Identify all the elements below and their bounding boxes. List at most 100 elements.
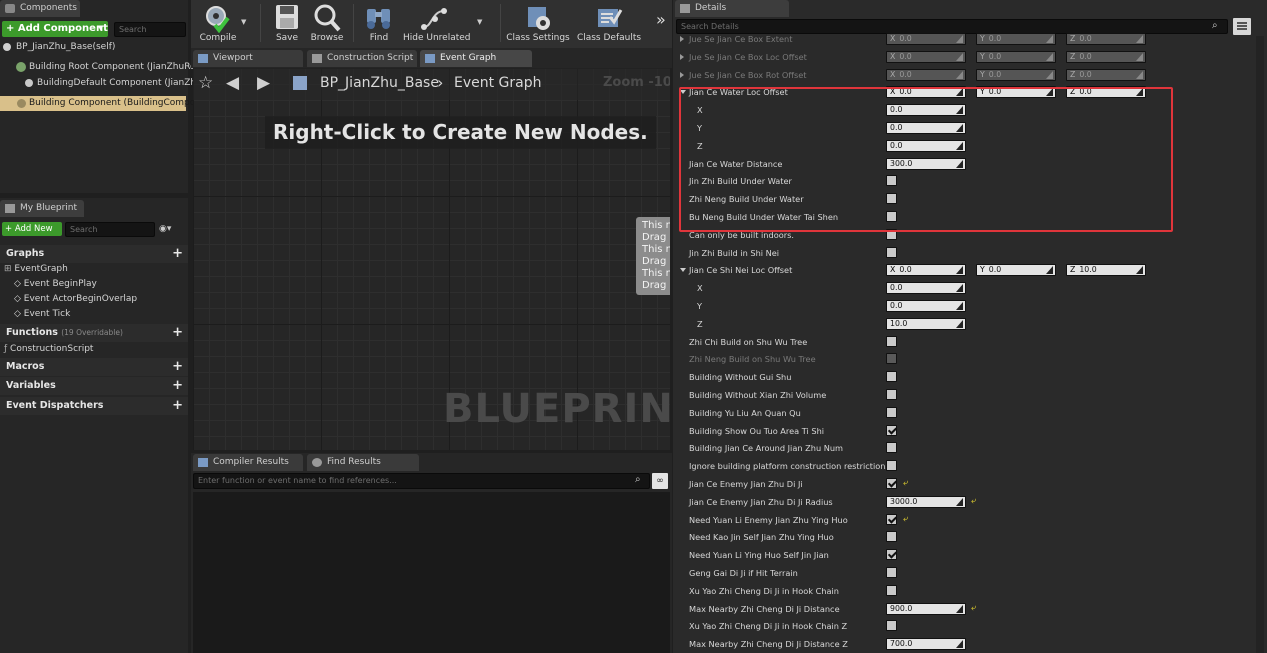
find-button[interactable]: Find (353, 0, 405, 46)
property-checkbox[interactable] (886, 585, 897, 596)
function-item-constructionscript[interactable]: ƒ ConstructionScript (4, 344, 93, 354)
drag-spin-icon[interactable] (1046, 35, 1053, 43)
property-checkbox[interactable] (886, 442, 897, 453)
drag-spin-icon[interactable] (956, 35, 963, 43)
expand-down-icon[interactable] (680, 268, 686, 272)
graphs-section[interactable]: Graphs + (0, 245, 188, 263)
find-references-input[interactable]: Enter function or event name to find ref… (193, 473, 650, 489)
add-component-button[interactable]: + Add Component (2, 21, 108, 37)
property-checkbox[interactable] (886, 549, 897, 560)
property-checkbox[interactable] (886, 514, 897, 525)
add-dispatcher-icon[interactable]: + (172, 397, 183, 415)
event-graph-canvas[interactable]: ☆ ◀ ▶ BP_JianZhu_Base › Event Graph Zoom… (193, 68, 670, 450)
reset-to-default-icon[interactable]: ⤶ (903, 478, 908, 488)
number-field[interactable]: 0.0 (886, 282, 966, 294)
vector-y-field[interactable]: Y 0.0 (976, 51, 1056, 63)
property-checkbox[interactable] (886, 460, 897, 471)
drag-spin-icon[interactable] (956, 498, 963, 506)
drag-spin-icon[interactable] (956, 88, 963, 96)
property-checkbox[interactable] (886, 247, 897, 258)
number-field[interactable]: 900.0 (886, 603, 966, 615)
vector-x-field[interactable]: X 0.0 (886, 86, 966, 98)
details-scrollbar[interactable] (1256, 36, 1264, 653)
property-checkbox[interactable] (886, 336, 897, 347)
drag-spin-icon[interactable] (1046, 53, 1053, 61)
vector-y-field[interactable]: Y 0.0 (976, 33, 1056, 45)
search-icon[interactable]: ⌕ (635, 474, 641, 485)
drag-spin-icon[interactable] (956, 284, 963, 292)
property-checkbox[interactable] (886, 531, 897, 542)
expand-right-icon[interactable] (680, 36, 684, 42)
tab-viewport[interactable]: Viewport (193, 50, 303, 67)
drag-spin-icon[interactable] (956, 71, 963, 79)
expand-right-icon[interactable] (680, 54, 684, 60)
reset-to-default-icon[interactable]: ⤶ (971, 603, 976, 613)
drag-spin-icon[interactable] (956, 160, 963, 168)
macros-section[interactable]: Macros + (0, 358, 188, 376)
components-tab[interactable]: Components (0, 0, 80, 17)
hide-unrelated-button[interactable]: Hide Unrelated (403, 0, 471, 46)
number-field[interactable]: 0.0 (886, 140, 966, 152)
event-dispatchers-section[interactable]: Event Dispatchers + (0, 397, 188, 415)
details-tab[interactable]: Details (675, 0, 789, 17)
reset-to-default-icon[interactable]: ⤶ (971, 496, 976, 506)
hide-unrelated-dropdown-icon[interactable]: ▼ (477, 18, 482, 26)
number-field[interactable]: 10.0 (886, 318, 966, 330)
event-item-tick[interactable]: ◇ Event Tick (14, 309, 70, 319)
tab-event-graph[interactable]: Event Graph (420, 50, 532, 67)
drag-spin-icon[interactable] (1136, 35, 1143, 43)
vector-x-field[interactable]: X 0.0 (886, 69, 966, 81)
property-checkbox[interactable] (886, 211, 897, 222)
vector-x-field[interactable]: X 0.0 (886, 51, 966, 63)
vector-z-field[interactable]: Z 0.0 (1066, 51, 1146, 63)
drag-spin-icon[interactable] (956, 266, 963, 274)
tab-find-results[interactable]: Find Results (307, 454, 419, 471)
drag-spin-icon[interactable] (1136, 88, 1143, 96)
comment-node[interactable]: This n Drag c This n Drag c This n Drag … (636, 217, 670, 295)
drag-spin-icon[interactable] (1046, 88, 1053, 96)
number-field[interactable]: 0.0 (886, 122, 966, 134)
tree-item-self[interactable]: BP_JianZhu_Base(self) (0, 40, 188, 55)
browse-button[interactable]: Browse (303, 0, 351, 46)
vector-z-field[interactable]: Z 10.0 (1066, 264, 1146, 276)
tree-item-building-selected[interactable]: Building Component (BuildingCompone (0, 96, 207, 111)
vector-z-field[interactable]: Z 0.0 (1066, 33, 1146, 45)
drag-spin-icon[interactable] (1136, 71, 1143, 79)
drag-spin-icon[interactable] (956, 53, 963, 61)
add-new-button[interactable]: + Add New (2, 222, 62, 236)
property-checkbox[interactable] (886, 407, 897, 418)
number-field[interactable]: 0.0 (886, 104, 966, 116)
property-checkbox[interactable] (886, 193, 897, 204)
drag-spin-icon[interactable] (1046, 71, 1053, 79)
reset-to-default-icon[interactable]: ⤶ (903, 514, 908, 524)
class-defaults-button[interactable]: Class Defaults (576, 0, 642, 46)
drag-spin-icon[interactable] (956, 124, 963, 132)
event-item-beginplay[interactable]: ◇ Event BeginPlay (14, 279, 97, 289)
vector-x-field[interactable]: X 0.0 (886, 264, 966, 276)
drag-spin-icon[interactable] (956, 302, 963, 310)
drag-spin-icon[interactable] (1136, 53, 1143, 61)
tree-item-default[interactable]: BuildingDefault Component (JianZhu (0, 76, 202, 91)
my-blueprint-tab[interactable]: My Blueprint (0, 200, 84, 217)
tab-construction-script[interactable]: Construction Script (307, 50, 417, 67)
drag-spin-icon[interactable] (956, 106, 963, 114)
add-macro-icon[interactable]: + (172, 358, 183, 376)
tab-compiler-results[interactable]: Compiler Results (193, 454, 303, 471)
property-checkbox[interactable] (886, 478, 897, 489)
vector-y-field[interactable]: Y 0.0 (976, 69, 1056, 81)
property-checkbox[interactable] (886, 229, 897, 240)
drag-spin-icon[interactable] (1136, 266, 1143, 274)
vector-z-field[interactable]: Z 0.0 (1066, 86, 1146, 98)
variables-section[interactable]: Variables + (0, 377, 188, 395)
property-checkbox[interactable] (886, 620, 897, 631)
toolbar-overflow-icon[interactable]: » (656, 10, 666, 29)
vector-y-field[interactable]: Y 0.0 (976, 264, 1056, 276)
breadcrumb-root[interactable]: BP_JianZhu_Base (320, 75, 439, 91)
property-checkbox[interactable] (886, 389, 897, 400)
blueprint-search-input[interactable]: Search (65, 222, 155, 237)
compile-dropdown-icon[interactable]: ▼ (241, 18, 246, 26)
add-variable-icon[interactable]: + (172, 377, 183, 395)
class-settings-button[interactable]: Class Settings (505, 0, 571, 46)
back-arrow-icon[interactable]: ◀ (226, 73, 239, 93)
drag-spin-icon[interactable] (956, 320, 963, 328)
